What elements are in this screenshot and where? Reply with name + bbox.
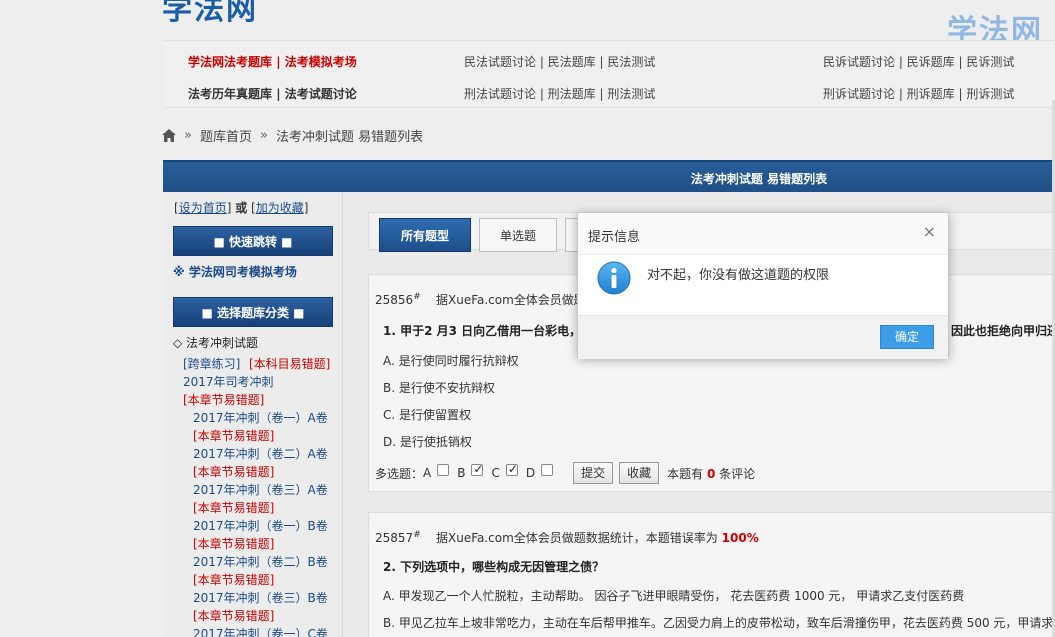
- comment-prefix: 本题有: [667, 466, 704, 481]
- tab-single-choice[interactable]: 单选题: [479, 218, 557, 252]
- question-stats: 据XueFa.com全体会员做题数据统计，本题错误率为: [436, 531, 718, 545]
- option-b: B. 是行使不安抗辩权: [383, 381, 495, 395]
- question-card: 25857# 据XueFa.com全体会员做题数据统计，本题错误率为 100% …: [368, 512, 1055, 637]
- link-row-2-left: 法考历年真题库 | 法考试题讨论: [188, 85, 357, 102]
- sidebar-item-2017[interactable]: 2017年司考冲刺: [183, 373, 274, 390]
- link-row-2-mid[interactable]: 刑法试题讨论 | 刑法题库 | 刑法测试: [464, 85, 655, 102]
- top-bar: 学法网: [0, 0, 1055, 27]
- tab-all-types[interactable]: 所有题型: [379, 218, 471, 252]
- comment-count: 0: [706, 466, 716, 481]
- question-header: 25857# 据XueFa.com全体会员做题数据统计，本题错误率为 100%: [375, 529, 759, 546]
- dialog-footer: 确定: [578, 315, 948, 359]
- choice-a-label: A: [423, 466, 432, 480]
- link-row-1-left: 学法网法考题库 | 法考模拟考场: [188, 53, 357, 70]
- sidebar: [设为首页] 或 [加为收藏] ■ 快速跳转 ■ ※ 学法网司考模拟考场 ■ 选…: [163, 192, 343, 637]
- sidebar-item-paper[interactable]: 2017年冲刺（卷一）A卷: [193, 409, 328, 426]
- info-icon: [597, 261, 631, 295]
- link-exam-discussion[interactable]: 法考试题讨论: [285, 87, 357, 101]
- question-stem-tail: 因此也拒绝向甲归还: [951, 324, 1055, 338]
- mock-exam-link[interactable]: ※ 学法网司考模拟考场: [173, 263, 297, 280]
- choice-a-checkbox[interactable]: [437, 464, 450, 476]
- dialog-message: 对不起，你没有做这道题的权限: [647, 268, 830, 283]
- ok-button[interactable]: 确定: [880, 325, 934, 349]
- link-row-1-mid[interactable]: 民法试题讨论 | 民法题库 | 民法测试: [464, 53, 655, 70]
- dialog-title: 提示信息: [588, 230, 641, 245]
- question-id: 25856: [375, 293, 414, 307]
- add-favorite-link[interactable]: 加为收藏: [256, 201, 304, 215]
- page-title: 法考冲刺试题 易错题列表: [690, 172, 828, 186]
- set-home-link[interactable]: 设为首页: [179, 201, 227, 215]
- sidebar-item-paper[interactable]: 2017年冲刺（卷三）B卷: [193, 589, 328, 606]
- quick-links-panel: 学法网法考题库 | 法考模拟考场 民法试题讨论 | 民法题库 | 民法测试 民诉…: [163, 40, 1055, 108]
- sidebar-item-chapter-errors[interactable]: [本章节易错题]: [193, 535, 274, 552]
- sidebar-item-chapter-errors[interactable]: [本章节易错题]: [183, 391, 264, 408]
- site-logo[interactable]: 学法网: [162, 0, 258, 28]
- sidebar-top-links: [设为首页] 或 [加为收藏]: [174, 201, 309, 215]
- question-stem: 1. 甲于2 月3 日向乙借用一台彩电，: [383, 324, 582, 338]
- option-c: C. 是行使留置权: [383, 408, 472, 422]
- choice-c-checkbox[interactable]: [505, 462, 518, 476]
- sidebar-item-subject-errors[interactable]: [本科目易错题]: [249, 355, 330, 372]
- question-stats: 据XueFa.com全体会员做题: [436, 293, 586, 307]
- page-title-bar: 法考冲刺试题 易错题列表: [163, 160, 1055, 192]
- sidebar-item-chapter-errors[interactable]: [本章节易错题]: [193, 463, 274, 480]
- submit-button[interactable]: 提交: [573, 462, 614, 484]
- select-category-header[interactable]: ■ 选择题库分类 ■: [173, 297, 333, 327]
- sidebar-item-paper[interactable]: 2017年冲刺（卷二）A卷: [193, 445, 328, 462]
- sidebar-item-chapter-errors[interactable]: [本章节易错题]: [193, 607, 274, 624]
- question-hash: #: [413, 530, 421, 540]
- link-past-exams[interactable]: 法考历年真题库: [188, 87, 272, 101]
- comment-suffix: 条评论: [719, 466, 756, 481]
- breadcrumb: » 题库首页 » 法考冲刺试题 易错题列表: [162, 126, 423, 145]
- sidebar-item-chapter-errors[interactable]: [本章节易错题]: [193, 499, 274, 516]
- dialog-header: 提示信息 ×: [578, 213, 948, 255]
- breadcrumb-separator: »: [184, 128, 192, 143]
- question-stem: 2. 下列选项中，哪些构成无因管理之债？: [383, 560, 605, 574]
- option-a: A. 是行使同时履行抗辩权: [383, 354, 519, 368]
- error-rate: 100%: [721, 531, 759, 545]
- home-icon[interactable]: [162, 129, 176, 142]
- breadcrumb-item-current: 法考冲刺试题 易错题列表: [275, 130, 424, 145]
- sidebar-item-cross-chapter[interactable]: [跨章练习]: [183, 355, 240, 372]
- link-row-1-right[interactable]: 民诉试题讨论 | 民诉题库 | 民诉测试: [823, 53, 1014, 70]
- alert-dialog: 提示信息 × 对不起，你没有做这道题的权限 确定: [577, 212, 949, 359]
- sidebar-item-chapter-errors[interactable]: [本章节易错题]: [193, 427, 274, 444]
- choice-b-label: B: [457, 466, 466, 480]
- option-b: B. 甲见乙拉车上坡非常吃力，主动在车后帮甲推车。乙因受力肩上的皮带松动，致车后…: [383, 616, 1054, 630]
- favorite-button[interactable]: 收藏: [619, 462, 660, 484]
- option-a: A. 甲发现乙一个人忙脱粒，主动帮助。 因谷子飞进甲眼睛受伤， 花去医药费 10…: [383, 589, 965, 603]
- sidebar-item-paper[interactable]: 2017年冲刺（卷一）C卷: [193, 625, 328, 637]
- sidebar-category[interactable]: ◇ 法考冲刺试题: [173, 334, 258, 351]
- link-sep: |: [272, 87, 285, 101]
- link-lawexam-bank[interactable]: 学法网法考题库: [188, 55, 272, 69]
- sidebar-item-paper[interactable]: 2017年冲刺（卷二）B卷: [193, 553, 328, 570]
- option-d: D. 是行使抵销权: [383, 435, 472, 449]
- answer-label: 多选题：: [375, 466, 424, 481]
- link-mock-exam[interactable]: 法考模拟考场: [285, 55, 357, 69]
- link-sep: |: [272, 55, 285, 69]
- choice-d-label: D: [525, 466, 536, 480]
- breadcrumb-item-home[interactable]: 题库首页: [200, 126, 252, 145]
- sidebar-item-chapter-errors[interactable]: [本章节易错题]: [193, 571, 274, 588]
- quick-jump-header[interactable]: ■ 快速跳转 ■: [173, 226, 333, 256]
- sidebar-item-paper[interactable]: 2017年冲刺（卷一）B卷: [193, 517, 328, 534]
- or-text: 或: [235, 201, 248, 215]
- question-header: 25856# 据XueFa.com全体会员做题: [375, 291, 586, 308]
- close-icon[interactable]: ×: [923, 224, 936, 240]
- question-hash: #: [413, 292, 421, 302]
- comment-count-text[interactable]: 本题有 0 条评论: [667, 465, 755, 482]
- breadcrumb-separator: »: [259, 128, 268, 143]
- answer-row: 多选题： A B C D 提交 收藏 本题有 0 条评论: [375, 462, 755, 484]
- choice-b-checkbox[interactable]: [471, 462, 484, 476]
- sidebar-item-paper[interactable]: 2017年冲刺（卷三）A卷: [193, 481, 328, 498]
- question-id: 25857: [375, 531, 414, 545]
- link-row-2-right[interactable]: 刑诉试题讨论 | 刑诉题库 | 刑诉测试: [823, 85, 1014, 102]
- choice-d-checkbox[interactable]: [541, 464, 554, 476]
- choice-c-label: C: [491, 466, 500, 480]
